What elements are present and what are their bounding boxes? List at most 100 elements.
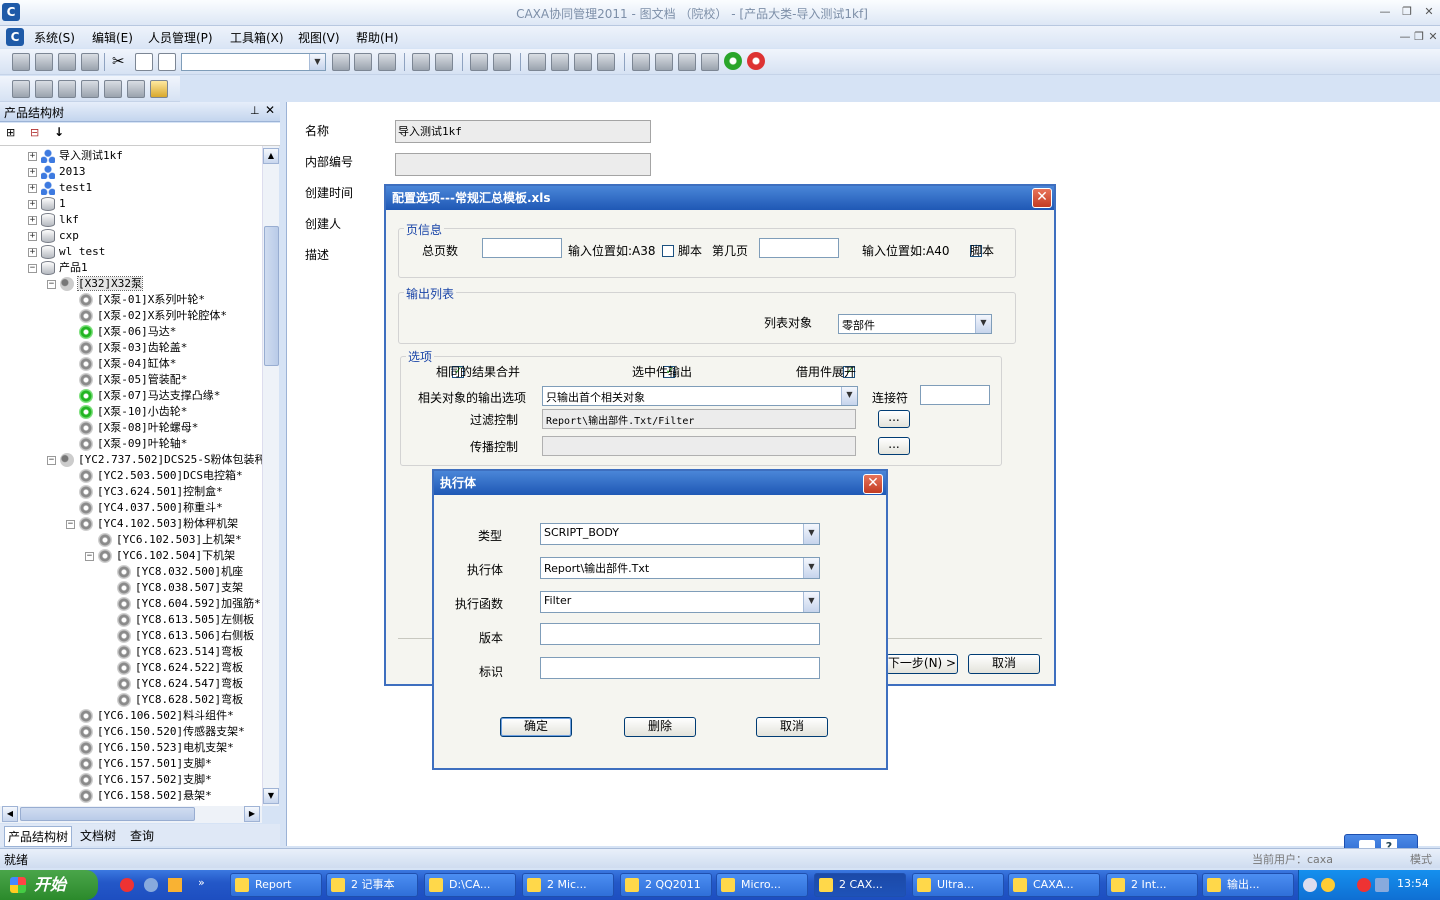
toolbar-btn-12[interactable] (528, 53, 546, 71)
tree-item[interactable]: [YC8.613.506]右侧板 (104, 628, 254, 644)
toolbar-btn-9[interactable] (435, 53, 453, 71)
tree-item[interactable]: [YC4.037.500]称重斗* (66, 500, 223, 516)
tree-item[interactable]: − [YC2.737.502]DCS25-S粉体包装秤 (47, 452, 262, 468)
name-field[interactable]: 导入测试1kf (395, 120, 651, 143)
tree-item[interactable]: [YC6.157.502]支脚* (66, 772, 212, 788)
menu-system[interactable]: 系统(S) (34, 29, 75, 46)
tree-item[interactable]: [YC8.604.592]加强筋* (104, 596, 261, 612)
tree-item[interactable]: [YC8.624.522]弯板 (104, 660, 243, 676)
scroll-thumb[interactable] (264, 226, 279, 366)
quicklaunch-icon-2[interactable] (144, 878, 158, 892)
menu-edit[interactable]: 编辑(E) (92, 29, 133, 46)
collapse-icon[interactable]: − (47, 279, 56, 289)
ok-button[interactable]: 确定 (500, 717, 572, 737)
taskbar-button[interactable]: 2 Int... (1106, 873, 1198, 897)
collapse-icon[interactable]: − (66, 519, 75, 529)
tree-item[interactable]: [X泵-10]小齿轮* (66, 404, 187, 420)
sort-icon[interactable]: ↓ (54, 125, 64, 139)
expand-icon[interactable]: + (28, 247, 37, 257)
scroll-left-icon[interactable]: ◀ (2, 806, 18, 822)
tree-item[interactable]: [X泵-08]叶轮螺母* (66, 420, 198, 436)
toolbar-btn-18[interactable] (678, 53, 696, 71)
exec-function-select[interactable]: Filter ▼ (540, 591, 820, 613)
toolbar-btn-19[interactable] (701, 53, 719, 71)
taskbar-button[interactable]: 2 QQ2011 (620, 873, 712, 897)
quicklaunch-more-icon[interactable]: » (198, 876, 205, 889)
tree-item[interactable]: [YC8.613.505]左侧板 (104, 612, 254, 628)
paste-icon[interactable] (158, 53, 176, 71)
version-input[interactable] (540, 623, 820, 645)
taskbar-button[interactable]: 2 Mic... (522, 873, 614, 897)
start-button[interactable]: 开始 (0, 870, 98, 900)
total-pages-input[interactable] (482, 238, 562, 258)
tree-item[interactable]: [YC6.106.502]料斗组件* (66, 708, 234, 724)
tree-item[interactable]: [YC6.150.520]传感器支架* (66, 724, 245, 740)
taskbar-button[interactable]: 2 CAX... (814, 873, 906, 897)
tree-item[interactable]: [YC8.038.507]支架 (104, 580, 243, 596)
menu-people[interactable]: 人员管理(P) (148, 29, 213, 46)
tree-item[interactable]: [X泵-06]马达* (66, 324, 176, 340)
collapse-all-icon[interactable]: ⊟ (30, 126, 39, 139)
code-field[interactable] (395, 153, 651, 176)
expand-icon[interactable]: + (28, 167, 37, 177)
tree-item[interactable]: − 产品1 (28, 260, 88, 276)
close-icon[interactable]: ✕ (863, 474, 883, 494)
taskbar-button[interactable]: 2 记事本 (326, 873, 418, 897)
filter-control-field[interactable]: Report\输出部件.Txt/Filter (542, 409, 856, 429)
tree-item[interactable]: +2013 (28, 164, 86, 180)
propagate-control-field[interactable] (542, 436, 856, 456)
propagate-browse-button[interactable]: ... (878, 437, 910, 455)
toolbar2-btn-7[interactable] (150, 80, 168, 98)
tree-item[interactable]: [X泵-01]X系列叶轮* (66, 292, 205, 308)
config-cancel-button[interactable]: 取消 (968, 654, 1040, 674)
pin-icon[interactable]: ⊥ (250, 104, 260, 117)
scroll-down-icon[interactable]: ▼ (263, 788, 279, 804)
exec-body-select[interactable]: Report\输出部件.Txt ▼ (540, 557, 820, 579)
hscroll-thumb[interactable] (20, 807, 195, 821)
quicklaunch-icon-1[interactable] (120, 878, 134, 892)
toolbar-btn-10[interactable] (470, 53, 488, 71)
tree-horizontal-scrollbar[interactable]: ◀ ▶ (0, 806, 262, 823)
taskbar-button[interactable]: CAXA... (1008, 873, 1100, 897)
tab-doc-tree[interactable]: 文档树 (80, 827, 116, 844)
delete-button[interactable]: 删除 (624, 717, 696, 737)
tray-icon-back[interactable] (1303, 878, 1317, 892)
type-select[interactable]: SCRIPT_BODY ▼ (540, 523, 820, 545)
tree-item[interactable]: [X泵-03]齿轮盖* (66, 340, 187, 356)
quicklaunch-icon-3[interactable] (168, 878, 182, 892)
cut-icon[interactable]: ✂ (112, 52, 125, 70)
toolbar-btn-13[interactable] (551, 53, 569, 71)
exec-cancel-button[interactable]: 取消 (756, 717, 828, 737)
minimize-icon[interactable]: — (1376, 4, 1394, 20)
tree-item[interactable]: + test1 (28, 180, 92, 196)
expand-icon[interactable]: + (28, 151, 37, 161)
identifier-input[interactable] (540, 657, 820, 679)
expand-icon[interactable]: + (28, 183, 37, 193)
toolbar-combo[interactable]: ▼ (181, 53, 326, 71)
toolbar-btn-1[interactable] (12, 53, 30, 71)
tree-item[interactable]: [YC8.624.547]弯板 (104, 676, 243, 692)
menu-help[interactable]: 帮助(H) (356, 29, 398, 46)
tree-item[interactable]: − [X32]X32泵 (47, 276, 143, 292)
tree-item[interactable]: [YC6.150.523]电机支架* (66, 740, 234, 756)
restore-icon[interactable]: ❐ (1398, 4, 1416, 20)
toolbar-btn-16[interactable] (632, 53, 650, 71)
toolbar2-btn-2[interactable] (35, 80, 53, 98)
toolbar2-btn-6[interactable] (127, 80, 145, 98)
toolbar-btn-4[interactable] (81, 53, 99, 71)
toolbar-btn-3[interactable] (58, 53, 76, 71)
scroll-right-icon[interactable]: ▶ (244, 806, 260, 822)
toolbar2-btn-1[interactable] (12, 80, 30, 98)
list-object-select[interactable]: 零部件 ▼ (838, 314, 992, 334)
panel-close-icon[interactable]: ✕ (265, 103, 275, 117)
close-icon[interactable]: ✕ (1032, 188, 1052, 208)
close-icon[interactable]: ✕ (1420, 4, 1438, 20)
tray-icon-3[interactable] (1357, 878, 1371, 892)
collapse-icon[interactable]: − (28, 263, 37, 273)
expand-all-icon[interactable]: ⊞ (6, 126, 15, 139)
taskbar-button[interactable]: Micro... (716, 873, 808, 897)
taskbar-button[interactable]: Ultra... (912, 873, 1004, 897)
taskbar-button[interactable]: 输出... (1202, 873, 1294, 897)
tree-item[interactable]: − [YC4.102.503]粉体秤机架 (66, 516, 238, 532)
toolbar-btn-14[interactable] (574, 53, 592, 71)
